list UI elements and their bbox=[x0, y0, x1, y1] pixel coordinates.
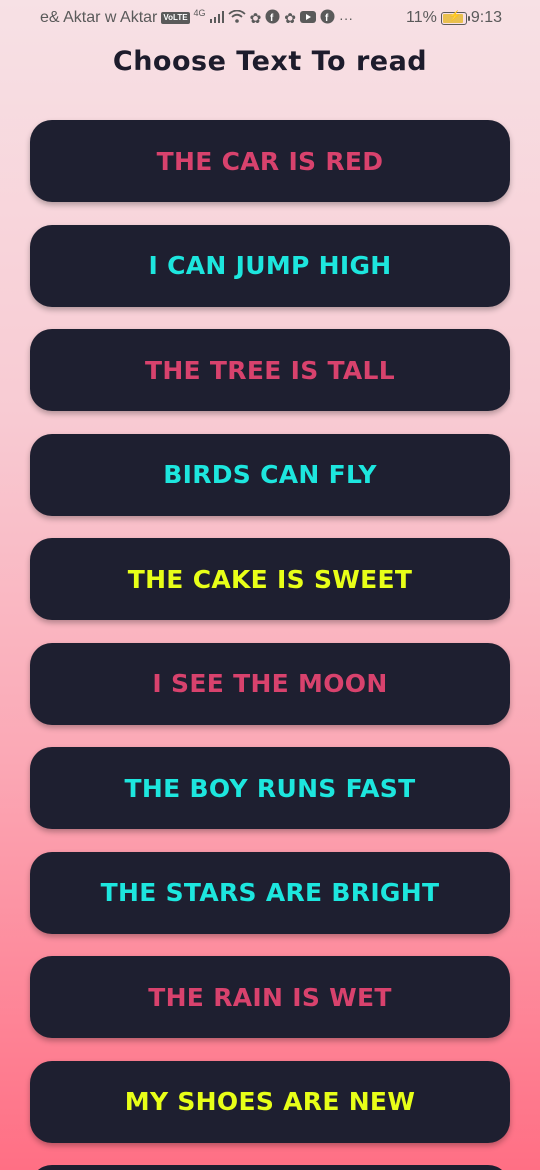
text-button-partial[interactable] bbox=[30, 1165, 510, 1170]
text-button-label: THE STARS ARE BRIGHT bbox=[100, 878, 440, 907]
text-button[interactable]: I SEE THE MOON bbox=[30, 642, 510, 725]
youtube-icon bbox=[300, 10, 317, 26]
wifi-icon bbox=[227, 9, 246, 26]
text-button[interactable]: THE TREE IS TALL bbox=[30, 329, 510, 411]
facebook-icon: f bbox=[320, 9, 335, 27]
text-button[interactable]: I CAN JUMP HIGH bbox=[30, 224, 510, 307]
status-right: 11% ⚡ 9:13 bbox=[406, 9, 502, 27]
text-button-label: I CAN JUMP HIGH bbox=[148, 251, 392, 280]
text-button[interactable]: BIRDS CAN FLY bbox=[30, 433, 510, 516]
volte-badge: VoLTE bbox=[161, 12, 190, 24]
facebook-icon: f bbox=[265, 9, 280, 27]
text-button[interactable]: THE BOY RUNS FAST bbox=[30, 747, 510, 829]
text-button[interactable]: THE CAKE IS SWEET bbox=[30, 538, 510, 620]
text-button[interactable]: THE RAIN IS WET bbox=[30, 956, 510, 1038]
huawei-app-icon: ✿ bbox=[284, 10, 297, 26]
carrier-label: e& Aktar w Aktar bbox=[40, 9, 158, 26]
text-button-label: THE TREE IS TALL bbox=[144, 355, 396, 385]
page-title: Choose Text To read bbox=[112, 46, 428, 77]
text-button[interactable]: MY SHOES ARE NEW bbox=[30, 1060, 510, 1143]
status-bar: e& Aktar w Aktar VoLTE 4G ✿ f ✿ f ··· 11… bbox=[0, 0, 540, 38]
signal-icon bbox=[209, 10, 224, 26]
text-button-label: THE CAKE IS SWEET bbox=[127, 564, 413, 594]
text-button-label: MY SHOES ARE NEW bbox=[124, 1087, 416, 1116]
text-button[interactable]: THE CAR IS RED bbox=[30, 120, 510, 202]
clock: 9:13 bbox=[470, 9, 502, 26]
battery-icon: ⚡ bbox=[440, 11, 470, 25]
status-left: e& Aktar w Aktar VoLTE 4G ✿ f ✿ f ··· bbox=[40, 8, 354, 27]
text-button-label: THE BOY RUNS FAST bbox=[124, 773, 416, 803]
text-button-label: BIRDS CAN FLY bbox=[163, 460, 377, 489]
text-button-label: I SEE THE MOON bbox=[152, 669, 388, 698]
battery-percent: 11% bbox=[406, 9, 437, 26]
text-list: THE CAR IS RED I CAN JUMP HIGH THE TREE IS… bbox=[30, 120, 510, 1165]
huawei-app-icon: ✿ bbox=[249, 10, 262, 26]
text-button-label: THE CAR IS RED bbox=[156, 146, 384, 176]
text-button-label: THE RAIN IS WET bbox=[148, 982, 392, 1012]
more-icon: ··· bbox=[339, 10, 354, 26]
text-button[interactable]: THE STARS ARE BRIGHT bbox=[30, 851, 510, 934]
network-type: 4G bbox=[193, 8, 206, 18]
